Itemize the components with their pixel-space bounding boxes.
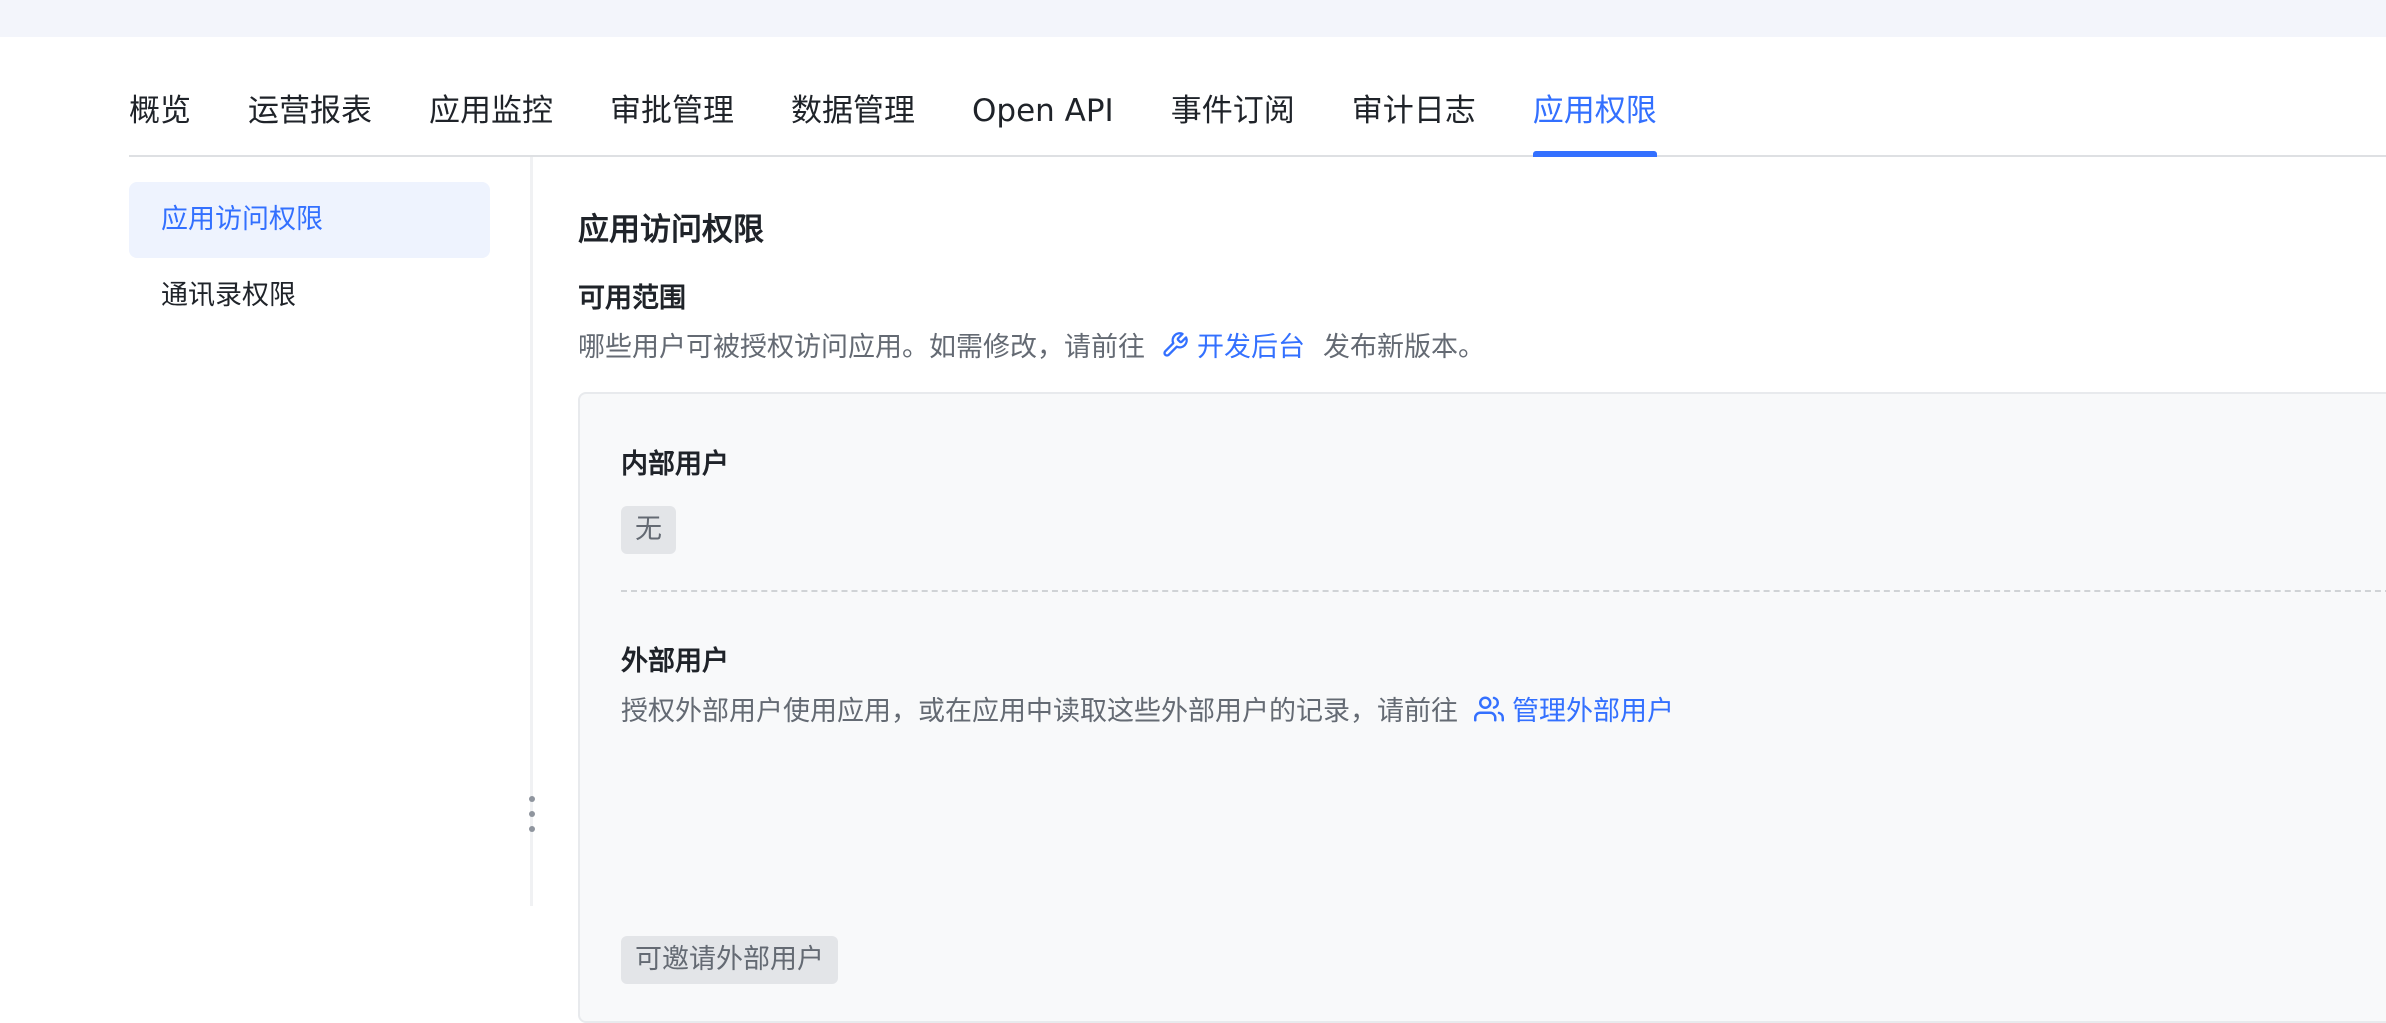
manage-external-users-label: 管理外部用户 [1512, 696, 1674, 727]
tab-data-management[interactable]: 数据管理 [791, 84, 915, 155]
external-desc-text: 授权外部用户使用应用，或在应用中读取这些外部用户的记录，请前往 [621, 696, 1458, 727]
sidebar-item-contacts-permissions[interactable]: 通讯录权限 [129, 258, 490, 334]
tab-event-subscription[interactable]: 事件订阅 [1171, 84, 1295, 155]
tab-audit-log[interactable]: 审计日志 [1352, 84, 1476, 155]
resize-handle[interactable] [527, 796, 537, 832]
sidebar: 应用访问权限 通讯录权限 [129, 182, 490, 334]
manage-external-users-link[interactable]: 管理外部用户 [1474, 689, 1674, 728]
tab-bar: 概览 运营报表 应用监控 审批管理 数据管理 Open API 事件订阅 审计日… [129, 84, 2386, 157]
drag-dot-icon [529, 796, 535, 802]
page-title: 应用访问权限 [578, 212, 764, 248]
tab-overview[interactable]: 概览 [129, 84, 191, 155]
tab-open-api[interactable]: Open API [972, 84, 1114, 155]
drag-dot-icon [529, 826, 535, 832]
internal-users-tag: 无 [621, 506, 676, 554]
scope-card: 内部用户 无 外部用户 授权外部用户使用应用，或在应用中读取这些外部用户的记录，… [578, 392, 2386, 1023]
users-icon [1474, 696, 1504, 721]
scope-section-title: 可用范围 [578, 283, 686, 314]
dev-console-link[interactable]: 开发后台 [1161, 325, 1305, 364]
section-divider [621, 590, 2386, 592]
internal-users-title: 内部用户 [621, 449, 729, 480]
top-banner-strip [0, 0, 2386, 37]
drag-dot-icon [529, 811, 535, 817]
sidebar-item-app-access[interactable]: 应用访问权限 [129, 182, 490, 258]
external-users-tag: 可邀请外部用户 [621, 936, 838, 984]
wrench-icon [1163, 331, 1188, 357]
scope-desc-after: 发布新版本。 [1323, 332, 1485, 363]
dev-console-link-label: 开发后台 [1197, 332, 1305, 363]
scope-desc-before: 哪些用户可被授权访问应用。如需修改，请前往 [578, 332, 1145, 363]
tab-operations-report[interactable]: 运营报表 [248, 84, 372, 155]
tab-approval-management[interactable]: 审批管理 [610, 84, 734, 155]
external-users-title: 外部用户 [621, 646, 729, 677]
tab-app-permissions[interactable]: 应用权限 [1532, 84, 1657, 157]
external-users-description: 授权外部用户使用应用，或在应用中读取这些外部用户的记录，请前往 管理外部用户 [621, 689, 1692, 728]
panel-divider [530, 157, 533, 906]
scope-description: 哪些用户可被授权访问应用。如需修改，请前往 开发后台 发布新版本。 [578, 325, 1485, 364]
tab-app-monitoring[interactable]: 应用监控 [429, 84, 553, 155]
